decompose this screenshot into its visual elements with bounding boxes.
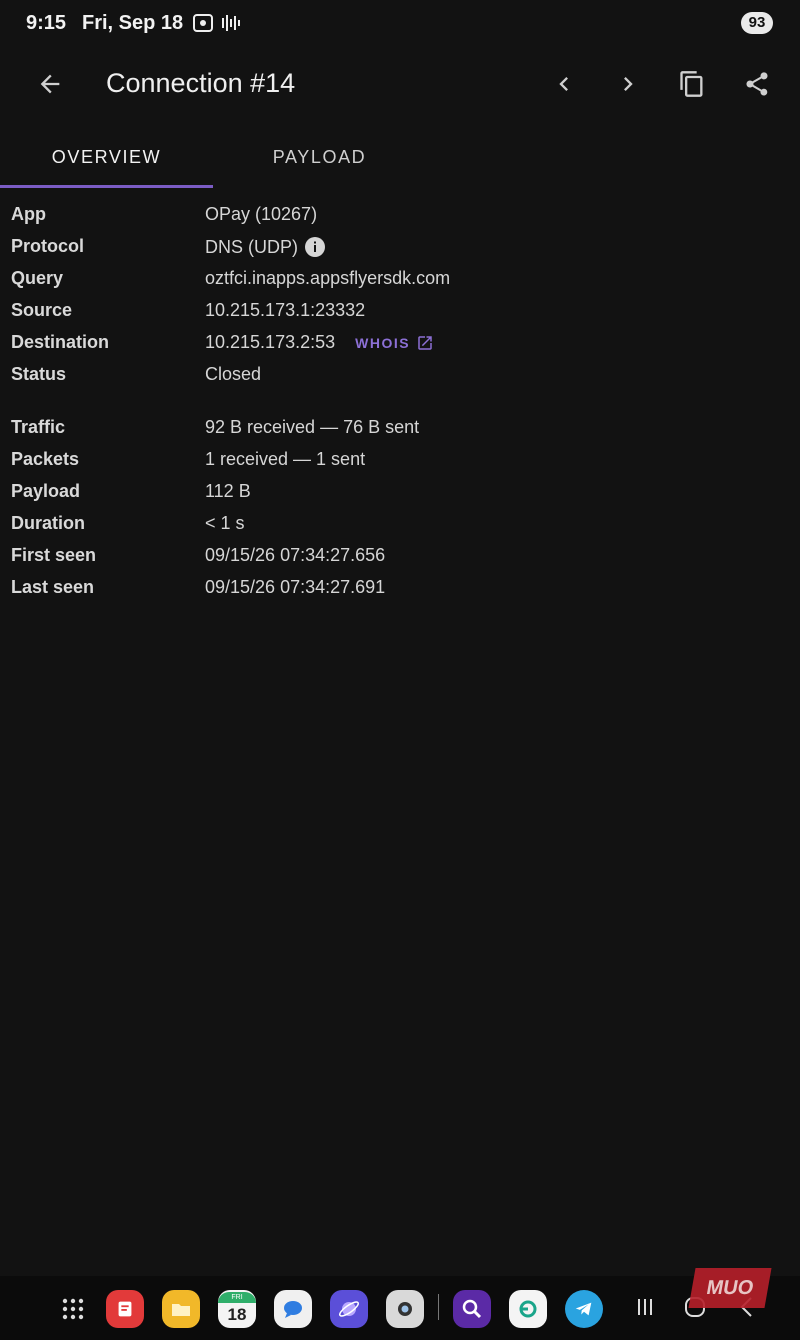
whois-link[interactable]: WHOIS [355, 334, 434, 352]
detail-value: 10.215.173.1:23332 [205, 300, 366, 320]
magnifier-icon [462, 1299, 482, 1319]
recents-icon [638, 1299, 652, 1315]
chevron-right-icon [624, 77, 633, 91]
detail-value: 09/15/26 07:34:27.656 [205, 545, 386, 565]
detail-value: 112 B [205, 481, 251, 501]
status-time: 9:15 [26, 12, 67, 34]
folder-icon [172, 1304, 190, 1316]
network-monitor-app-icon[interactable] [453, 1290, 491, 1328]
detail-value: DNS (UDP) [205, 236, 298, 257]
previous-button[interactable] [542, 62, 586, 106]
detail-label: First seen [11, 545, 97, 565]
detail-value: 1 received — 1 sent [205, 449, 366, 469]
detail-value: Closed [205, 364, 262, 384]
back-button[interactable] [28, 62, 72, 106]
calendar-date: 18 [227, 1304, 247, 1324]
detail-row-protocol: Protocol DNS (UDP) [0, 230, 800, 262]
detail-label: Duration [11, 513, 85, 533]
copy-button[interactable] [670, 62, 714, 106]
share-icon [746, 72, 768, 96]
detail-row-destination: Destination 10.215.173.2:53 WHOIS [0, 326, 800, 358]
chevron-left-icon [559, 77, 568, 91]
detail-value: oztfci.inapps.appsflyersdk.com [205, 268, 451, 288]
detail-label: Status [11, 364, 67, 384]
detail-label: Source [11, 300, 73, 320]
detail-value-wrapper: DNS (UDP) [205, 236, 326, 258]
detail-label: Traffic [11, 417, 66, 437]
status-icons [192, 12, 242, 34]
detail-label: Query [11, 268, 64, 288]
detail-row-last-seen: Last seen 09/15/26 07:34:27.691 [0, 571, 800, 603]
files-app-icon[interactable] [162, 1290, 200, 1328]
detail-row-query: Query oztfci.inapps.appsflyersdk.com [0, 262, 800, 294]
watermark-logo: MUO [688, 1268, 772, 1308]
share-button[interactable] [735, 62, 779, 106]
detail-value: 09/15/26 07:34:27.691 [205, 577, 386, 597]
detail-row-packets: Packets 1 received — 1 sent [0, 443, 800, 475]
recent-apps-button[interactable] [628, 1290, 662, 1324]
detail-value: 10.215.173.2:53 [205, 332, 336, 352]
detail-label: Packets [11, 449, 80, 469]
next-button[interactable] [606, 62, 650, 106]
taskbar-divider [438, 1294, 439, 1320]
detail-row-traffic: Traffic 92 B received — 76 B sent [0, 411, 800, 443]
info-icon[interactable] [304, 236, 326, 258]
browser-app-icon[interactable] [330, 1290, 368, 1328]
detail-row-app: App OPay (10267) [0, 198, 800, 230]
tab-bar: OVERVIEW PAYLOAD [0, 128, 800, 188]
status-date: Fri, Sep 18 [82, 12, 184, 34]
status-bar: 9:15 Fri, Sep 18 93 [0, 0, 800, 48]
note-icon [118, 1301, 132, 1317]
grid-icon [62, 1298, 84, 1320]
tab-payload[interactable]: PAYLOAD [213, 128, 426, 188]
connection-details: App OPay (10267) Protocol DNS (UDP) Quer… [0, 198, 800, 603]
chat-bubble-icon [284, 1301, 302, 1318]
app-drawer-button[interactable] [54, 1290, 92, 1328]
page-title: Connection #14 [106, 68, 296, 98]
detail-row-status: Status Closed [0, 358, 800, 390]
camera-app-icon[interactable] [386, 1290, 424, 1328]
tab-indicator [0, 185, 213, 188]
ring-icon [519, 1300, 537, 1318]
detail-value: OPay (10267) [205, 204, 318, 224]
detail-value-wrapper: 10.215.173.2:53 WHOIS [205, 332, 434, 353]
detail-label: Payload [11, 481, 81, 501]
battery-indicator: 93 [741, 12, 773, 34]
paper-plane-icon [575, 1302, 592, 1316]
detail-row-source: Source 10.215.173.1:23332 [0, 294, 800, 326]
tab-overview[interactable]: OVERVIEW [0, 128, 213, 188]
audio-bars-icon [222, 15, 240, 31]
messages-app-icon[interactable] [274, 1290, 312, 1328]
whois-label: WHOIS [355, 334, 411, 351]
camera-icon [398, 1302, 412, 1316]
vpn-app-icon[interactable] [509, 1290, 547, 1328]
screen-recorder-icon [193, 14, 213, 32]
detail-row-first-seen: First seen 09/15/26 07:34:27.656 [0, 539, 800, 571]
detail-row-duration: Duration < 1 s [0, 507, 800, 539]
app-bar: Connection #14 [0, 48, 800, 120]
detail-label: Last seen [11, 577, 95, 597]
detail-label: Destination [11, 332, 110, 352]
detail-label: Protocol [11, 236, 85, 256]
notes-app-icon[interactable] [106, 1290, 144, 1328]
detail-value: 92 B received — 76 B sent [205, 417, 420, 437]
arrow-back-icon [40, 74, 60, 94]
telegram-app-icon[interactable] [565, 1290, 603, 1328]
detail-value: < 1 s [205, 513, 245, 533]
detail-label: App [11, 204, 46, 224]
open-external-icon [418, 335, 432, 350]
calendar-app-icon[interactable]: FRI 18 [218, 1290, 256, 1328]
copy-icon [680, 71, 703, 97]
planet-icon [339, 1301, 359, 1317]
detail-row-payload: Payload 112 B [0, 475, 800, 507]
calendar-day: FRI [218, 1291, 256, 1303]
